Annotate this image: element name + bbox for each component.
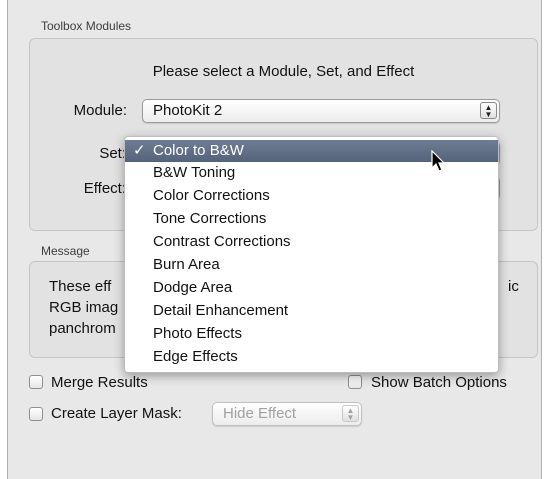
menu-item-dodge-area[interactable]: Dodge Area [125,277,498,299]
menu-item-label: Burn Area [153,256,220,273]
menu-item-label: B&W Toning [153,164,236,181]
menu-item-photo-effects[interactable]: Photo Effects [125,323,498,345]
create-layer-mask-label: Create Layer Mask: [51,405,182,422]
module-popup[interactable]: PhotoKit 2 ▲ ▼ [142,99,500,123]
selection-prompt: Please select a Module, Set, and Effect [152,63,415,80]
show-batch-options-label: Show Batch Options [371,374,507,391]
message-line-2: RGB imag [49,299,119,316]
layer-mask-popup[interactable]: Hide Effect ▲ ▼ [212,402,362,426]
toolbox-modules-title: Toolbox Modules [41,19,132,33]
set-label: Set: [99,145,126,162]
menu-item-label: Photo Effects [153,325,242,342]
merge-results-label: Merge Results [51,374,148,391]
merge-results-checkbox[interactable] [29,375,43,389]
module-value: PhotoKit 2 [153,102,223,119]
message-line-3: panchrom [49,320,116,337]
effect-label: Effect: [83,180,126,197]
menu-item-detail-enhancement[interactable]: Detail Enhancement [125,300,498,322]
message-title: Message [41,244,90,258]
menu-item-label: Contrast Corrections [153,233,291,250]
menu-item-label: Tone Corrections [153,210,267,227]
message-line-1-end: ic [508,278,519,295]
checkmark-icon: ✓ [133,142,146,159]
menu-item-label: Detail Enhancement [153,302,289,319]
up-down-arrows-icon: ▲ ▼ [342,405,359,422]
menu-item-contrast-corrections[interactable]: Contrast Corrections [125,231,498,253]
up-down-arrows-icon: ▲ ▼ [480,102,497,119]
arrow-cursor-icon [431,150,446,172]
menu-item-label: Color to B&W [153,142,244,159]
layer-mask-value: Hide Effect [223,405,297,422]
menu-item-label: Color Corrections [153,187,270,204]
show-batch-options-checkbox[interactable] [348,375,362,389]
message-line-1: These eff [49,278,112,295]
create-layer-mask-checkbox[interactable] [29,407,43,421]
menu-item-burn-area[interactable]: Burn Area [125,254,498,276]
menu-item-color-corrections[interactable]: Color Corrections [125,185,498,207]
menu-item-label: Dodge Area [153,279,233,296]
menu-item-tone-corrections[interactable]: Tone Corrections [125,208,498,230]
menu-item-label: Edge Effects [153,348,238,365]
module-label: Module: [73,102,127,119]
menu-item-edge-effects[interactable]: Edge Effects [125,346,498,368]
